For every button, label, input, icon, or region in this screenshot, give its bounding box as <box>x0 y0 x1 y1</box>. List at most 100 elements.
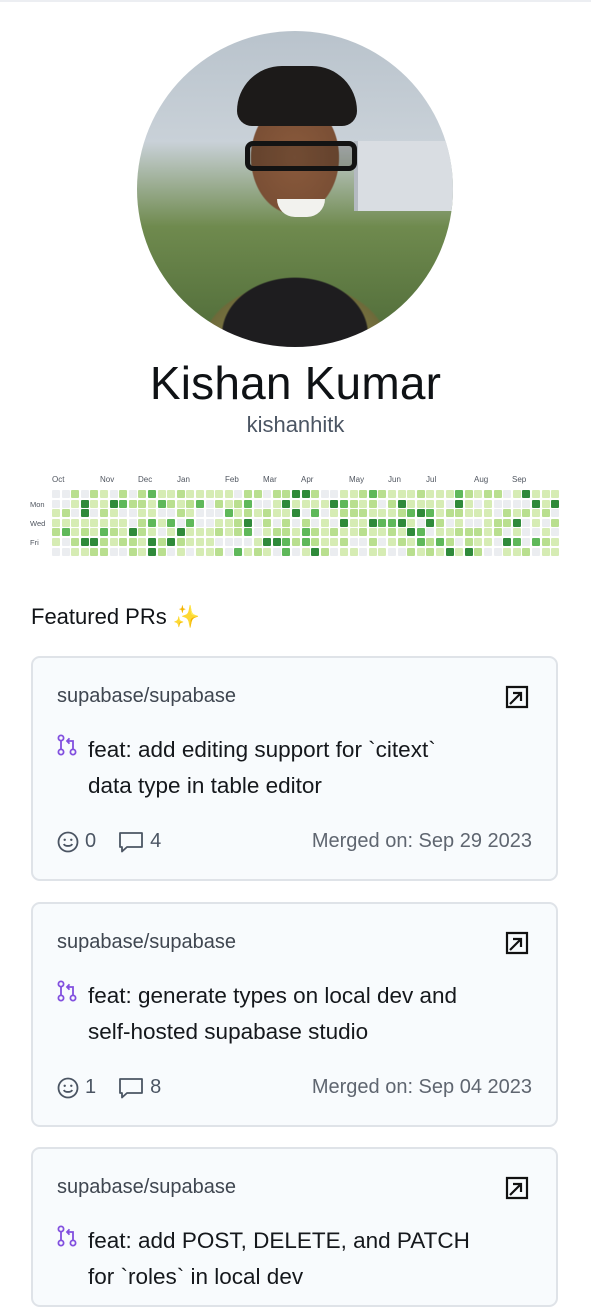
contribution-cell <box>320 538 329 546</box>
contribution-cell <box>148 547 156 556</box>
contribution-cell <box>272 528 281 537</box>
contribution-cell <box>244 538 252 546</box>
contribution-cell <box>340 490 348 498</box>
contribution-cell <box>224 490 233 498</box>
pull-request-icon <box>57 1225 77 1247</box>
contribution-cell <box>541 490 550 498</box>
contribution-cell <box>493 528 502 537</box>
contribution-cell <box>71 547 80 556</box>
contribution-cell <box>503 499 512 508</box>
contribution-cell <box>330 528 339 537</box>
contribution-cell <box>320 490 329 498</box>
contribution-cell <box>522 509 531 518</box>
contribution-cell <box>234 499 243 508</box>
contribution-cell <box>340 547 348 556</box>
contribution-cell <box>503 518 512 527</box>
contribution-cell <box>196 499 204 508</box>
contribution-cell <box>234 547 243 556</box>
open-external-icon[interactable] <box>504 1175 530 1201</box>
contribution-cell <box>551 528 560 537</box>
contribution-cell <box>378 538 387 546</box>
contribution-cell <box>71 509 80 518</box>
profile-handle: kishanhitk <box>246 412 345 437</box>
open-external-icon[interactable] <box>504 684 530 710</box>
contribution-cell <box>455 528 464 537</box>
pr-card[interactable]: supabase/supabase feat: add editing supp… <box>31 656 558 881</box>
contribution-cell <box>109 518 118 527</box>
contribution-cell <box>397 528 406 537</box>
contribution-cell <box>493 538 502 546</box>
contribution-cell <box>532 518 540 527</box>
pull-request-icon <box>57 980 77 1002</box>
contribution-cell <box>186 490 195 498</box>
contribution-cell <box>359 518 368 527</box>
contribution-cell <box>436 547 444 556</box>
contribution-cell <box>512 499 521 508</box>
contribution-cell <box>234 528 243 537</box>
contribution-cell <box>196 547 204 556</box>
contribution-cell <box>301 528 310 537</box>
contribution-cell <box>52 509 60 518</box>
contribution-cell <box>349 538 358 546</box>
contribution-cell <box>474 499 483 508</box>
contribution-cell <box>397 499 406 508</box>
contribution-cell <box>455 490 464 498</box>
contribution-cell <box>301 538 310 546</box>
contribution-cell <box>138 547 147 556</box>
contribution-cell <box>52 528 60 537</box>
contribution-cell <box>407 499 416 508</box>
contribution-cell <box>109 538 118 546</box>
pr-title[interactable]: feat: generate types on local dev and se… <box>88 978 528 1050</box>
contribution-cell <box>61 538 70 546</box>
contribution-cell <box>253 538 262 546</box>
contribution-cell <box>119 538 128 546</box>
contribution-cell <box>522 547 531 556</box>
contribution-cell <box>119 509 128 518</box>
pr-title-line: feat: add editing support for `citext` <box>88 737 436 762</box>
pr-card[interactable]: supabase/supabase feat: add POST, DELETE… <box>31 1147 558 1307</box>
contribution-cell <box>320 547 329 556</box>
contribution-cell <box>532 547 540 556</box>
pr-title[interactable]: feat: add editing support for `citext` d… <box>88 732 528 804</box>
contribution-cell <box>128 528 137 537</box>
contribution-cell <box>71 518 80 527</box>
contribution-cell <box>119 518 128 527</box>
contribution-cell <box>186 518 195 527</box>
contribution-cell <box>138 538 147 546</box>
contribution-cell <box>388 509 396 518</box>
contribution-cell <box>484 509 492 518</box>
contribution-cell <box>234 490 243 498</box>
contribution-cell <box>61 518 70 527</box>
contribution-cell <box>52 490 60 498</box>
contribution-cell <box>272 547 281 556</box>
contribution-cell <box>80 518 89 527</box>
contribution-cell <box>311 538 320 546</box>
contribution-cell <box>128 518 137 527</box>
contribution-cell <box>493 547 502 556</box>
contribution-cell <box>196 509 204 518</box>
contribution-cell <box>522 490 531 498</box>
contribution-cell <box>378 509 387 518</box>
contribution-cell <box>532 528 540 537</box>
contribution-cell <box>503 490 512 498</box>
contribution-cell <box>282 499 291 508</box>
contribution-cell <box>292 547 300 556</box>
contribution-cell <box>90 509 99 518</box>
pr-card[interactable]: supabase/supabase feat: generate types o… <box>31 902 558 1127</box>
contribution-cell <box>100 547 108 556</box>
contribution-cell <box>359 547 368 556</box>
contribution-cell <box>80 509 89 518</box>
contribution-cell <box>176 528 185 537</box>
contribution-cell <box>128 499 137 508</box>
comment-count: 8 <box>150 1076 162 1098</box>
pr-title[interactable]: feat: add POST, DELETE, and PATCH for `r… <box>88 1223 528 1295</box>
contribution-cell <box>90 518 99 527</box>
contribution-cell <box>436 538 444 546</box>
contribution-cell <box>532 538 540 546</box>
contribution-cell <box>340 538 348 546</box>
contribution-cell <box>80 538 89 546</box>
contribution-cell <box>52 547 60 556</box>
open-external-icon[interactable] <box>504 930 530 956</box>
contribution-cell <box>388 518 396 527</box>
contribution-cell <box>349 499 358 508</box>
